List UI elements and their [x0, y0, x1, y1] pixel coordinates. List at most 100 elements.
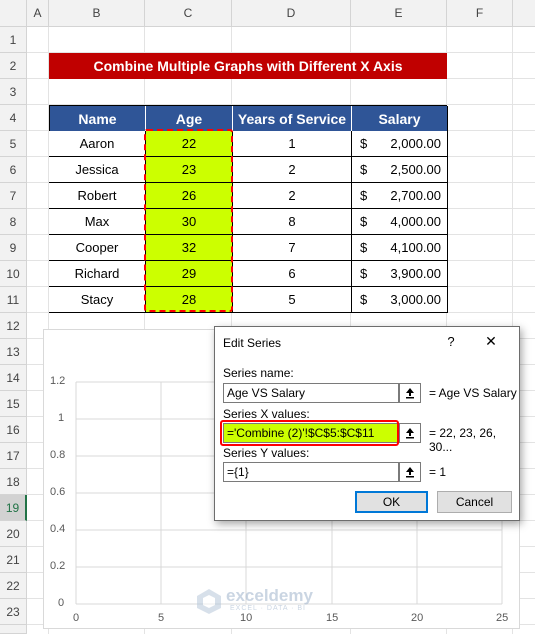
x-tick-label: 0 — [73, 612, 80, 624]
cell-name[interactable]: Stacy — [49, 287, 146, 313]
cell-salary[interactable]: $2,000.00 — [352, 131, 448, 157]
row-header-active[interactable]: 19 — [0, 495, 27, 521]
x-values-label: Series X values: — [223, 407, 310, 421]
series-name-collapse-button[interactable] — [399, 383, 421, 403]
row-header[interactable]: 9 — [0, 235, 27, 261]
cancel-button[interactable]: Cancel — [437, 491, 512, 513]
cell-years[interactable]: 6 — [233, 261, 352, 287]
x-values-highlight — [220, 420, 399, 446]
close-button[interactable]: ✕ — [481, 333, 501, 350]
currency-symbol: $ — [360, 214, 368, 229]
x-values-preview: = 22, 23, 26, 30... — [429, 426, 497, 454]
y-values-input[interactable]: ={1} — [223, 462, 399, 482]
header-salary: Salary — [352, 106, 448, 131]
salary-value: 4,100.00 — [390, 240, 441, 255]
collapse-arrow-icon — [406, 388, 414, 399]
row-header[interactable]: 12 — [0, 313, 27, 339]
cell-salary[interactable]: $2,700.00 — [352, 183, 448, 209]
y-values-preview: = 1 — [429, 465, 447, 479]
row-header[interactable]: 22 — [0, 573, 27, 599]
row-header[interactable]: 21 — [0, 547, 27, 573]
cell-years[interactable]: 2 — [233, 157, 352, 183]
column-header-b[interactable]: B — [49, 0, 145, 27]
row-header[interactable]: 8 — [0, 209, 27, 235]
y-tick-label: 1.2 — [50, 375, 66, 387]
cell-name[interactable]: Robert — [49, 183, 146, 209]
help-button[interactable]: ? — [441, 334, 461, 349]
series-name-input[interactable]: Age VS Salary — [223, 383, 399, 403]
row-header[interactable]: 14 — [0, 365, 27, 391]
row-header[interactable]: 16 — [0, 417, 27, 443]
row-header[interactable]: 4 — [0, 105, 27, 131]
salary-value: 3,900.00 — [390, 266, 441, 281]
cell-years[interactable]: 2 — [233, 183, 352, 209]
cell-name[interactable]: Aaron — [49, 131, 146, 157]
currency-symbol: $ — [360, 162, 368, 177]
y-tick-label: 0 — [58, 597, 65, 609]
y-values-label: Series Y values: — [223, 446, 310, 460]
currency-symbol: $ — [360, 266, 368, 281]
select-all-corner[interactable] — [0, 0, 27, 27]
header-name: Name — [50, 106, 146, 131]
row-header[interactable]: 6 — [0, 157, 27, 183]
x-tick-label: 5 — [158, 612, 165, 624]
column-header-a[interactable]: A — [27, 0, 49, 27]
row-header[interactable]: 2 — [0, 53, 27, 79]
row-header[interactable]: 15 — [0, 391, 27, 417]
column-header-g[interactable] — [513, 0, 535, 27]
cell-name[interactable]: Cooper — [49, 235, 146, 261]
cell-name[interactable]: Jessica — [49, 157, 146, 183]
series-name-label: Series name: — [223, 366, 294, 380]
row-header[interactable]: 1 — [0, 27, 27, 53]
watermark: exceldemy EXCEL · DATA · BI — [196, 586, 346, 616]
row-header[interactable]: 20 — [0, 521, 27, 547]
cell-salary[interactable]: $3,000.00 — [352, 287, 448, 313]
ok-button[interactable]: OK — [355, 491, 428, 513]
row-header[interactable]: 18 — [0, 469, 27, 495]
x-values-collapse-button[interactable] — [399, 423, 421, 443]
row-header[interactable]: 5 — [0, 131, 27, 157]
row-header[interactable]: 11 — [0, 287, 27, 313]
row-header[interactable]: 7 — [0, 183, 27, 209]
watermark-name: exceldemy — [226, 586, 313, 605]
y-tick-label: 0.8 — [50, 449, 66, 461]
cell-salary[interactable]: $2,500.00 — [352, 157, 448, 183]
cell-salary[interactable]: $4,100.00 — [352, 235, 448, 261]
row-header[interactable]: 17 — [0, 443, 27, 469]
cell-name[interactable]: Richard — [49, 261, 146, 287]
x-tick-label: 25 — [496, 612, 509, 624]
sheet-title: Combine Multiple Graphs with Different X… — [49, 53, 447, 79]
salary-value: 3,000.00 — [390, 292, 441, 307]
age-range-selection — [144, 129, 233, 312]
y-tick-label: 0.2 — [50, 560, 66, 572]
cell-name[interactable]: Max — [49, 209, 146, 235]
column-header-e[interactable]: E — [351, 0, 447, 27]
currency-symbol: $ — [360, 136, 368, 151]
cell-salary[interactable]: $3,900.00 — [352, 261, 448, 287]
currency-symbol: $ — [360, 292, 368, 307]
collapse-arrow-icon — [406, 467, 414, 478]
column-header-f[interactable]: F — [447, 0, 513, 27]
header-age: Age — [146, 106, 233, 131]
currency-symbol: $ — [360, 240, 368, 255]
salary-value: 2,000.00 — [390, 136, 441, 151]
cell-years[interactable]: 7 — [233, 235, 352, 261]
column-header-c[interactable]: C — [145, 0, 232, 27]
cell-years[interactable]: 5 — [233, 287, 352, 313]
edit-series-dialog: Edit Series ? ✕ Series name: Age VS Sala… — [214, 326, 520, 521]
data-table: Name Age Years of Service Salary Aaron 2… — [49, 105, 448, 313]
salary-value: 4,000.00 — [390, 214, 441, 229]
watermark-logo-icon — [197, 589, 221, 614]
row-header[interactable]: 10 — [0, 261, 27, 287]
y-values-collapse-button[interactable] — [399, 462, 421, 482]
currency-symbol: $ — [360, 188, 368, 203]
row-header[interactable]: 13 — [0, 339, 27, 365]
column-header-d[interactable]: D — [232, 0, 351, 27]
collapse-arrow-icon — [406, 428, 414, 439]
row-header[interactable]: 23 — [0, 599, 27, 625]
cell-years[interactable]: 8 — [233, 209, 352, 235]
cell-years[interactable]: 1 — [233, 131, 352, 157]
y-tick-label: 1 — [58, 412, 65, 424]
row-header[interactable]: 3 — [0, 79, 27, 105]
cell-salary[interactable]: $4,000.00 — [352, 209, 448, 235]
